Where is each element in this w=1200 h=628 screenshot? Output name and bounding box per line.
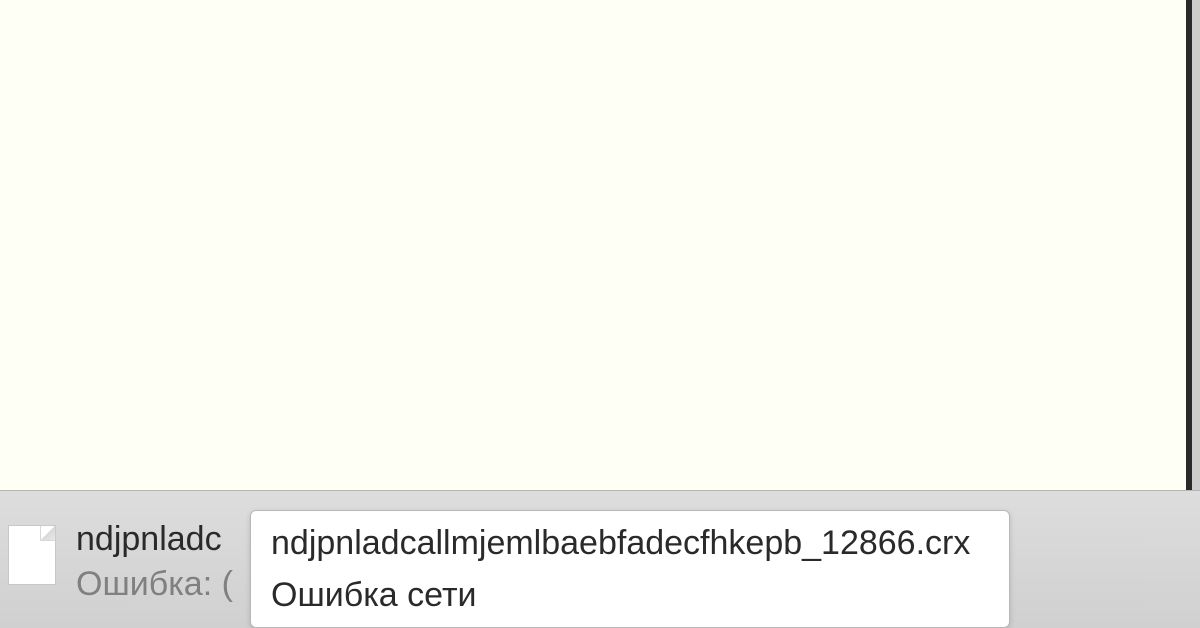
download-text-block: ndjpnladc Ошибка: ( — [76, 519, 233, 605]
vertical-scrollbar[interactable] — [1192, 0, 1200, 490]
page-content-area — [0, 0, 1192, 490]
download-status-text: Ошибка: ( — [76, 564, 233, 605]
download-tooltip: ndjpnladcallmjemlbaebfadecfhkepb_12866.c… — [250, 510, 1010, 628]
download-filename-truncated: ndjpnladc — [76, 519, 233, 560]
tooltip-filename: ndjpnladcallmjemlbaebfadecfhkepb_12866.c… — [271, 521, 989, 567]
download-item[interactable]: ndjpnladc Ошибка: ( — [8, 519, 233, 609]
file-icon — [8, 525, 56, 585]
tooltip-error-text: Ошибка сети — [271, 573, 989, 619]
